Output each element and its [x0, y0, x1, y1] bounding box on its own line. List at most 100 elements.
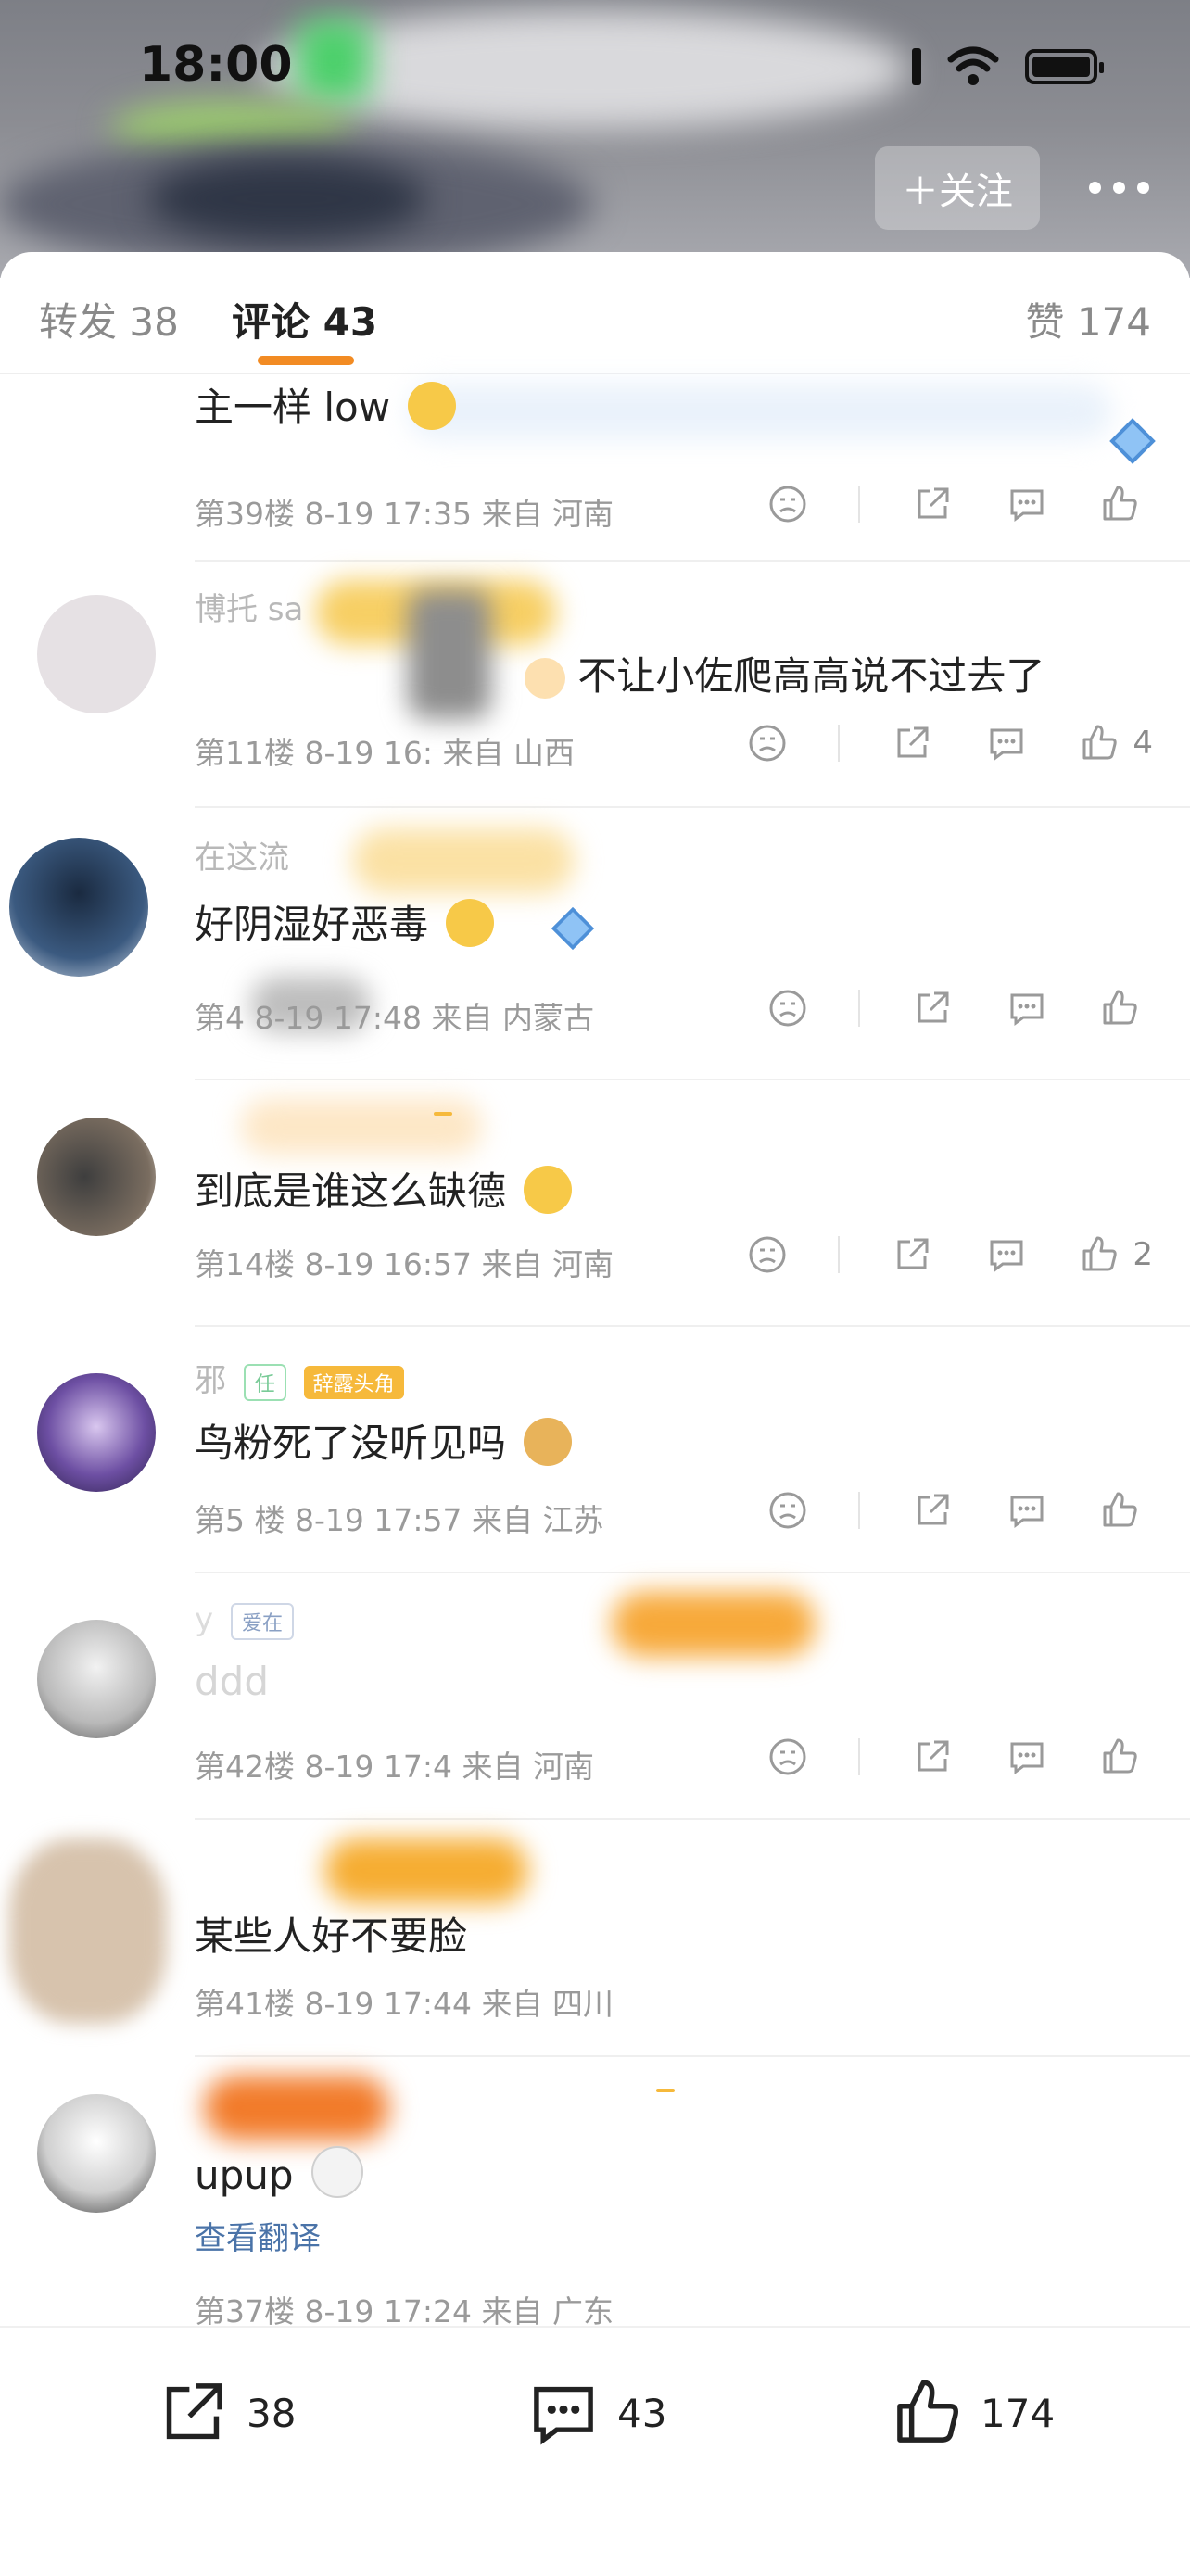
like-count: 2 [1133, 1236, 1153, 1273]
share-icon[interactable] [890, 1232, 934, 1277]
like-button[interactable] [1099, 1490, 1153, 1531]
comment-text: ddd [195, 1659, 269, 1704]
share-icon[interactable] [890, 721, 934, 765]
avatar [37, 1118, 156, 1236]
comment-meta: 第4 8-19 17:48 来自 内蒙古 [195, 1000, 594, 1036]
reply-icon[interactable] [984, 1232, 1029, 1277]
dislike-face-icon[interactable] [766, 1488, 810, 1533]
comment-meta: 第14楼 8-19 16:57 来自 河南 [195, 1246, 614, 1282]
comment-count: 43 [617, 2390, 667, 2436]
level-badge: 辞露头角 [303, 1365, 404, 1399]
action-divider [858, 1492, 860, 1529]
thumbs-up-icon [1103, 1738, 1137, 1774]
like-button[interactable]: 4 [1079, 723, 1153, 764]
share-icon[interactable] [910, 482, 955, 526]
reply-icon[interactable] [1005, 986, 1049, 1030]
avatar [9, 1838, 167, 2024]
status-icons [912, 46, 1104, 87]
crying-emoji-icon [408, 382, 457, 430]
action-divider [858, 990, 860, 1027]
tab-comments[interactable]: 评论 43 [232, 291, 377, 347]
reply-icon[interactable] [1005, 1735, 1049, 1779]
wifi-icon [947, 46, 999, 85]
comment-item: 某些人好不要脸 第41楼 8-19 17:44 来自 四川 [0, 1820, 1190, 2057]
follow-button[interactable]: ＋关注 [875, 146, 1040, 230]
sticker-emoji-icon [310, 2146, 363, 2198]
like-count: 4 [1133, 725, 1153, 762]
comment-icon [534, 2386, 593, 2445]
active-tab-indicator [258, 356, 354, 365]
like-button[interactable] [1099, 1736, 1153, 1777]
comment-actions [715, 1488, 1153, 1533]
username[interactable]: 在这流 [195, 832, 289, 878]
comment-meta: 第39楼 8-19 17:35 来自 河南 [195, 496, 614, 532]
comment-text: 鸟粉死了没听见吗 [195, 1421, 507, 1466]
comment-button[interactable]: 43 [526, 2376, 666, 2450]
share-icon[interactable] [910, 986, 955, 1030]
comment-meta: 第37楼 8-19 17:24 来自 广东 [195, 2293, 614, 2330]
reply-icon[interactable] [1005, 482, 1049, 526]
thumbs-up-icon [1082, 725, 1118, 760]
diamond-badge-icon [1109, 418, 1156, 464]
user-badge: 任 [243, 1363, 286, 1401]
avatar [37, 595, 156, 713]
comment-actions [715, 482, 1153, 526]
repost-icon [166, 2383, 222, 2440]
comment-meta: 第5 楼 8-19 17:57 来自 江苏 [195, 1502, 604, 1538]
avatar [37, 1373, 156, 1492]
share-icon[interactable] [910, 1488, 955, 1533]
view-translation-link[interactable]: 查看翻译 [195, 2213, 321, 2258]
avatar [37, 1620, 156, 1738]
avatar [37, 2094, 156, 2213]
dislike-face-icon[interactable] [766, 1735, 810, 1779]
header-backdrop: 18:00 ＋关注 [0, 0, 1190, 278]
blush-emoji-icon [524, 1166, 573, 1214]
comment-divider [195, 806, 1190, 808]
comment-item: 在这流 好阴湿好恶毒 第4 8-19 17:48 来自 内蒙古 [0, 810, 1190, 1080]
battery-icon [1025, 49, 1104, 84]
dislike-face-icon[interactable] [766, 482, 810, 526]
like-button[interactable] [1099, 484, 1153, 524]
user-badge [656, 2089, 675, 2092]
reply-icon[interactable] [1005, 1488, 1049, 1533]
action-divider [838, 1236, 841, 1273]
comment-meta: 第11楼 8-19 16: 来自 山西 [195, 735, 575, 771]
comment-list: 主一样 low 第39楼 8-19 17:35 来自 河南 博托 sa 不让小佐… [0, 374, 1190, 2574]
thumbs-up-icon [1103, 1492, 1137, 1527]
comment-text: 主一样 low [195, 385, 391, 430]
comment-item: 到底是谁这么缺德 第14楼 8-19 16:57 来自 河南 2 [0, 1080, 1190, 1327]
username[interactable]: 邪 [195, 1362, 226, 1399]
comment-meta: 第41楼 8-19 17:44 来自 四川 [195, 1986, 614, 2022]
comment-text: 好阴湿好恶毒 [195, 902, 429, 947]
repost-count: 38 [247, 2390, 297, 2436]
tab-likes[interactable]: 赞 174 [1025, 291, 1151, 347]
repost-button[interactable]: 38 [156, 2376, 296, 2450]
comment-item: y 爱在 ddd 第42楼 8-19 17:4 来自 河南 [0, 1573, 1190, 1820]
status-time: 18:00 [139, 37, 293, 93]
username[interactable]: 博托 sa [195, 584, 303, 629]
dislike-face-icon[interactable] [745, 721, 790, 765]
emoji-icon [525, 658, 565, 699]
reply-icon[interactable] [984, 721, 1029, 765]
action-divider [858, 486, 860, 523]
like-count: 174 [981, 2390, 1056, 2436]
thumbs-up-icon [1103, 486, 1137, 521]
thinking-emoji-icon [446, 899, 495, 947]
comment-actions [715, 986, 1153, 1030]
tab-bar: 转发 38 评论 43 赞 174 [0, 252, 1190, 374]
user-badge: 爱在 [230, 1602, 294, 1640]
like-button[interactable] [1099, 988, 1153, 1029]
dislike-face-icon[interactable] [766, 986, 810, 1030]
more-dots-icon[interactable] [1089, 182, 1149, 194]
username[interactable]: y [195, 1601, 213, 1638]
comment-actions: 2 [695, 1232, 1153, 1277]
comment-text: 不让小佐爬高高说不过去了 [577, 653, 1045, 699]
like-button[interactable]: 174 [890, 2376, 1055, 2450]
like-button[interactable]: 2 [1079, 1234, 1153, 1275]
dislike-face-icon[interactable] [745, 1232, 790, 1277]
share-icon[interactable] [910, 1735, 955, 1779]
bottom-action-bar: 38 43 174 [0, 2326, 1190, 2576]
diamond-badge-icon [551, 906, 595, 951]
comment-actions: 4 [695, 721, 1153, 765]
tab-repost[interactable]: 转发 38 [39, 291, 179, 347]
